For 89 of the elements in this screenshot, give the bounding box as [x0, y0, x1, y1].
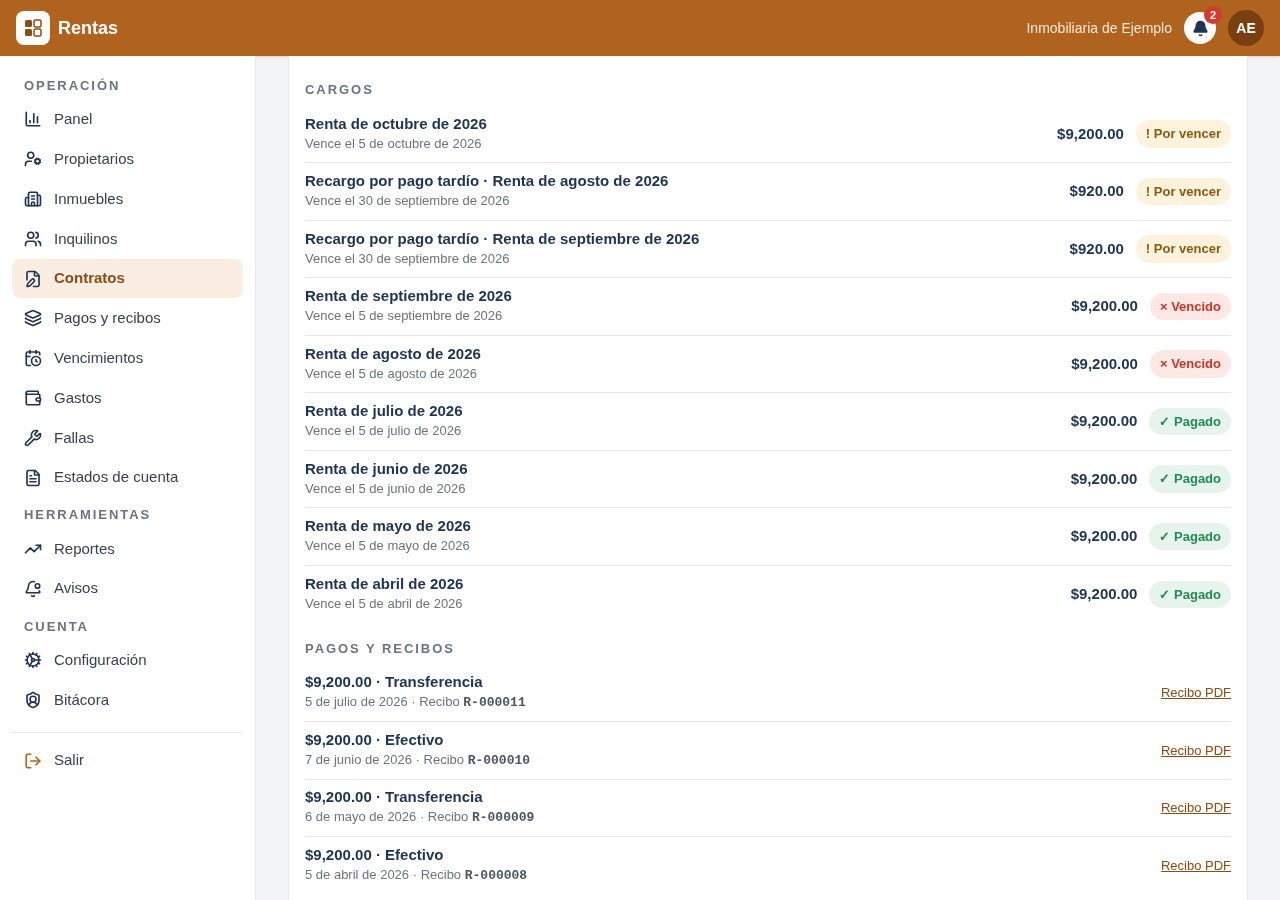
settings-icon	[24, 650, 42, 669]
charge-concept: Renta de septiembre de 2026	[305, 286, 513, 307]
payment-detail: 7 de junio de 2026 · Recibo R-000010	[305, 750, 532, 770]
notification-count: 2	[1204, 6, 1222, 24]
building-icon	[24, 190, 42, 208]
charge-concept: Recargo por pago tardío · Renta de agosto de 2026	[305, 171, 670, 192]
organization-name: Inmobiliaria de Ejemplo	[1026, 19, 1172, 38]
sidebar-item[interactable]: Configuración	[12, 640, 243, 680]
bell-icon	[1191, 19, 1209, 37]
section-heading: CARGOS	[305, 81, 375, 99]
charge-concept: Renta de mayo de 2026	[305, 516, 472, 537]
document-icon	[24, 468, 42, 487]
bar-chart-icon	[24, 110, 42, 129]
charge-amount: $9,200.00	[1071, 296, 1138, 316]
payment-summary: $9,200.00 · Efectivo	[305, 845, 445, 866]
charge-amount: $920.00	[1069, 181, 1124, 201]
status-badge: ! Por vencer	[1135, 177, 1231, 205]
payment-summary: $9,200.00 · Transferencia	[305, 672, 484, 693]
section-heading: CUENTA	[23, 617, 90, 636]
payment-summary: $9,200.00 · Efectivo	[305, 729, 445, 750]
status-badge: ! Por vencer	[1135, 120, 1231, 148]
status-badge: ✓ Pagado	[1149, 465, 1231, 493]
shield-user-icon	[24, 690, 42, 709]
receipt-pdf-link[interactable]: Recibo PDF	[1160, 683, 1231, 703]
section-heading: PAGOS Y RECIBOS	[305, 640, 456, 658]
status-badge: ✓ Pagado	[1149, 407, 1231, 435]
charge-due-date: Vence el 5 de agosto de 2026	[305, 364, 479, 383]
charge-amount: $9,200.00	[1070, 526, 1138, 546]
receipt-pdf-link[interactable]: Recibo PDF	[1160, 740, 1231, 760]
stack-icon	[24, 309, 42, 328]
logout-icon	[24, 751, 42, 770]
user-gear-icon	[24, 150, 42, 169]
sidebar-item[interactable]: Vencimientos	[12, 338, 243, 379]
charge-concept: Recargo por pago tardío · Renta de septiembre de 2026	[305, 228, 701, 249]
charge-due-date: Vence el 5 de abril de 2026	[305, 595, 464, 614]
charge-concept: Renta de octubre de 2026	[305, 113, 488, 134]
sidebar-item[interactable]: Inmuebles	[12, 179, 243, 219]
calendar-clock-icon	[24, 349, 42, 368]
payment-summary: $9,200.00 · Transferencia	[305, 787, 484, 808]
status-badge: × Vencido	[1149, 292, 1231, 320]
charge-due-date: Vence el 5 de julio de 2026	[305, 422, 463, 441]
people-icon	[24, 229, 42, 248]
charge-amount: $9,200.00	[1070, 411, 1138, 431]
app-logo-icon	[16, 11, 50, 45]
sidebar-item[interactable]: Propietarios	[12, 139, 243, 180]
payment-detail: 5 de abril de 2026 · Recibo R-000008	[305, 866, 529, 886]
section-heading: HERRAMIENTAS	[23, 506, 153, 525]
charge-concept: Renta de julio de 2026	[305, 401, 464, 422]
user-avatar[interactable]: AE	[1228, 10, 1264, 46]
status-badge: ✓ Pagado	[1149, 522, 1231, 550]
charge-due-date: Vence el 30 de septiembre de 2026	[305, 192, 511, 211]
sidebar-item[interactable]: Pagos y recibos	[12, 298, 243, 339]
charge-amount: $9,200.00	[1071, 353, 1138, 374]
charge-due-date: Vence el 5 de octubre de 2026	[305, 134, 483, 153]
charge-amount: $920.00	[1069, 238, 1124, 259]
wrench-icon	[24, 428, 42, 447]
status-badge: ✓ Pagado	[1149, 580, 1231, 608]
sidebar-item[interactable]: Gastos	[12, 378, 243, 418]
receipt-pdf-link[interactable]: Recibo PDF	[1160, 856, 1231, 876]
sidebar-item[interactable]: Avisos	[12, 568, 243, 609]
charge-concept: Renta de junio de 2026	[305, 458, 469, 479]
sidebar-item[interactable]: Reportes	[12, 528, 243, 569]
sidebar-item[interactable]: Fallas	[12, 417, 243, 458]
sidebar-item[interactable]: Bitácora	[12, 679, 243, 720]
charge-amount: $9,200.00	[1070, 584, 1138, 604]
sidebar-item[interactable]: Inquilinos	[12, 218, 243, 259]
payment-detail: 5 de julio de 2026 · Recibo R-000011	[305, 693, 527, 713]
charge-due-date: Vence el 5 de mayo de 2026	[305, 537, 471, 556]
notifications-button[interactable]	[1184, 12, 1216, 44]
charge-amount: $9,200.00	[1057, 123, 1124, 144]
section-heading: OPERACIÓN	[23, 77, 122, 95]
status-badge: × Vencido	[1149, 350, 1231, 378]
app-name: Rentas	[58, 17, 119, 40]
status-badge: ! Por vencer	[1135, 235, 1231, 263]
charge-due-date: Vence el 5 de septiembre de 2026	[305, 307, 504, 326]
charge-concept: Renta de abril de 2026	[305, 574, 465, 595]
document-pen-icon	[24, 269, 42, 288]
wallet-icon	[24, 388, 42, 407]
charge-due-date: Vence el 5 de junio de 2026	[305, 479, 467, 498]
charge-amount: $9,200.00	[1070, 468, 1138, 489]
sidebar-item[interactable]: Estados de cuenta	[12, 457, 243, 498]
logout-item[interactable]: Salir	[12, 740, 243, 781]
receipt-pdf-link[interactable]: Recibo PDF	[1160, 798, 1231, 818]
charge-concept: Renta de agosto de 2026	[305, 343, 482, 364]
sidebar-item[interactable]: Panel	[12, 99, 243, 140]
payment-detail: 6 de mayo de 2026 · Recibo R-000009	[305, 808, 536, 828]
sidebar-item[interactable]: Contratos	[12, 258, 243, 299]
charge-due-date: Vence el 30 de septiembre de 2026	[305, 249, 511, 268]
bell-icon	[24, 579, 42, 598]
